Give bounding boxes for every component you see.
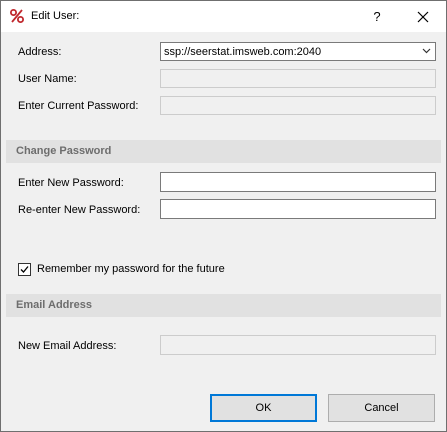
email-address-heading: Email Address xyxy=(16,299,93,311)
address-label: Address: xyxy=(18,46,62,58)
change-password-heading: Change Password xyxy=(16,145,112,157)
checkmark-icon xyxy=(20,266,29,273)
address-combobox[interactable]: ssp://seerstat.imsweb.com:2040 xyxy=(160,42,436,61)
email-address-section: Email Address xyxy=(6,294,441,317)
username-field xyxy=(160,69,436,88)
new-email-label: New Email Address: xyxy=(18,340,117,352)
percent-icon xyxy=(10,9,24,23)
help-icon: ? xyxy=(373,9,381,24)
close-button[interactable] xyxy=(400,1,446,32)
change-password-section: Change Password xyxy=(6,140,441,163)
current-password-field xyxy=(160,96,436,115)
cancel-button-label: Cancel xyxy=(364,402,399,414)
chevron-down-icon xyxy=(422,48,431,54)
help-button[interactable]: ? xyxy=(354,1,400,32)
ok-button[interactable]: OK xyxy=(210,394,317,422)
address-value: ssp://seerstat.imsweb.com:2040 xyxy=(164,46,322,58)
cancel-button[interactable]: Cancel xyxy=(328,394,435,422)
new-email-field xyxy=(160,335,436,355)
close-icon xyxy=(417,11,429,22)
ok-button-label: OK xyxy=(255,402,272,414)
current-password-label: Enter Current Password: xyxy=(18,100,139,112)
window-title: Edit User: xyxy=(31,10,80,22)
reenter-password-field[interactable] xyxy=(160,199,436,219)
title-bar: Edit User: ? xyxy=(1,1,446,32)
new-password-field[interactable] xyxy=(160,172,436,192)
reenter-password-label: Re-enter New Password: xyxy=(18,204,141,216)
new-password-label: Enter New Password: xyxy=(18,177,124,189)
edit-user-dialog: Edit User: ? Address: ssp://seerstat.ims… xyxy=(0,0,447,432)
remember-password-label[interactable]: Remember my password for the future xyxy=(37,263,225,275)
remember-password-checkbox[interactable] xyxy=(18,263,31,276)
username-label: User Name: xyxy=(18,73,77,85)
